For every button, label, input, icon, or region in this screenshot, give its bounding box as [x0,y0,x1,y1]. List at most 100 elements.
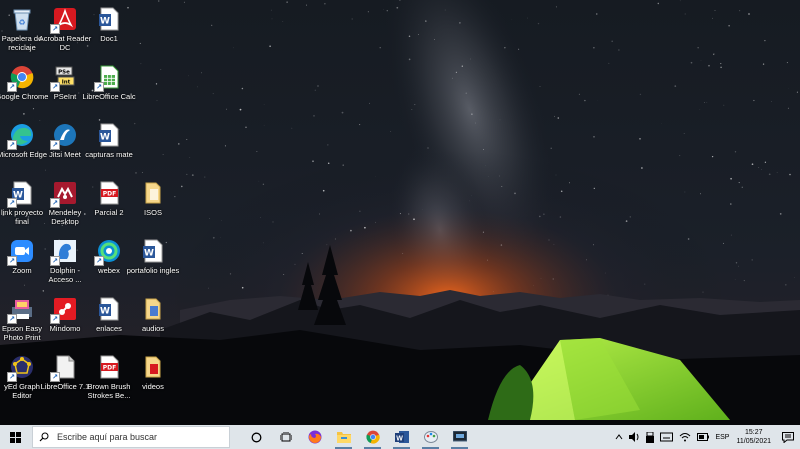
task-view-icon[interactable] [271,425,300,449]
desktop-icon-videos[interactable]: videos [126,354,180,391]
star [364,226,366,229]
screen-app-icon[interactable] [445,425,474,449]
star [629,216,631,218]
star [334,238,336,240]
star [224,145,226,147]
desktop-icon-capturas-mate[interactable]: W capturas mate [82,122,136,159]
pdf-document-icon: PDF [96,180,122,206]
star [741,186,744,189]
star [399,213,401,215]
star [425,20,427,22]
svg-text:W: W [100,307,110,317]
volume-icon[interactable] [629,432,640,442]
star [158,0,160,2]
svg-text:W: W [100,133,110,143]
star [212,236,215,239]
star [555,174,557,176]
desktop-icon-libreoffice-calc[interactable]: ↗ LibreOffice Calc [82,64,136,101]
search-input[interactable] [55,431,219,443]
desktop-icon-label: LibreOffice Calc [82,92,136,101]
star [560,190,563,193]
star [139,42,141,44]
star [639,93,642,96]
desktop-icon-label: videos [142,382,164,391]
star [713,53,715,55]
start-button[interactable] [0,425,30,449]
chrome-icon[interactable] [358,425,387,449]
star [471,113,473,115]
notifications-icon[interactable] [782,431,794,443]
edge-icon: ↗ [7,122,35,150]
star [262,242,264,244]
svg-text:♻: ♻ [18,18,25,27]
star [593,136,595,138]
star [270,9,272,11]
star [359,210,361,212]
star [282,20,284,22]
show-hidden-icons-chevron-up-icon[interactable] [615,434,623,440]
star [764,161,767,163]
desktop-icon-doc1[interactable]: W Doc1 [82,6,136,43]
svg-text:PDF: PDF [103,365,116,372]
star [470,58,471,60]
libreoffice-icon: ↗ [50,354,78,382]
star [369,102,370,104]
star [518,48,520,50]
desktop-icon-portafolio-ingles[interactable]: W portafolio ingles [126,238,180,275]
battery-icon[interactable] [697,432,710,442]
star [784,283,787,286]
desktop-icon-isos[interactable]: ISOS [126,180,180,217]
firefox-icon[interactable] [300,425,329,449]
pdf-document-icon: PDF [96,354,122,380]
star [209,217,210,219]
star [578,93,580,95]
star [543,213,545,215]
mindomo-icon: ↗ [50,296,78,324]
onedrive-icon[interactable] [660,432,674,442]
yed-graph-icon: ↗ [7,354,35,382]
language-indicator[interactable]: ESP [715,434,729,441]
star [618,49,620,51]
star [350,229,352,232]
star [674,85,677,87]
star [738,265,739,267]
star [186,173,188,175]
star [390,131,392,133]
taskbar-search-box[interactable] [32,426,230,448]
star [260,217,261,218]
svg-text:W: W [144,249,154,259]
star [45,169,47,171]
word-document-icon: W ↗ [7,180,35,208]
star [608,62,610,64]
star [711,155,714,158]
word-document-icon: W [96,296,122,322]
clock-date: 11/05/2021 [736,438,771,445]
star [751,163,754,166]
usb-device-icon[interactable] [646,431,655,443]
star [501,186,503,188]
file-explorer-icon[interactable] [329,425,358,449]
desktop-icon-audios[interactable]: audios [126,296,180,333]
word-document-icon: W [96,122,122,148]
star [748,13,750,15]
word-icon[interactable]: W [387,425,416,449]
star [569,182,571,184]
star [204,176,206,178]
desktop-icon-label: Doc1 [100,34,118,43]
clock[interactable]: 15:27 11/05/2021 [736,428,771,446]
webex-icon: ↗ [94,238,122,266]
paint-icon[interactable] [416,425,445,449]
desktop-icon-label: ISOS [144,208,162,217]
star [720,63,722,65]
star [787,107,789,109]
cortana-icon[interactable] [242,425,271,449]
windows-logo-icon [9,431,21,443]
star [178,143,180,145]
star [550,147,552,149]
star [700,60,702,61]
star [408,35,411,37]
wifi-icon[interactable] [679,432,691,442]
star [444,9,446,11]
star [586,259,587,261]
star [241,286,244,289]
